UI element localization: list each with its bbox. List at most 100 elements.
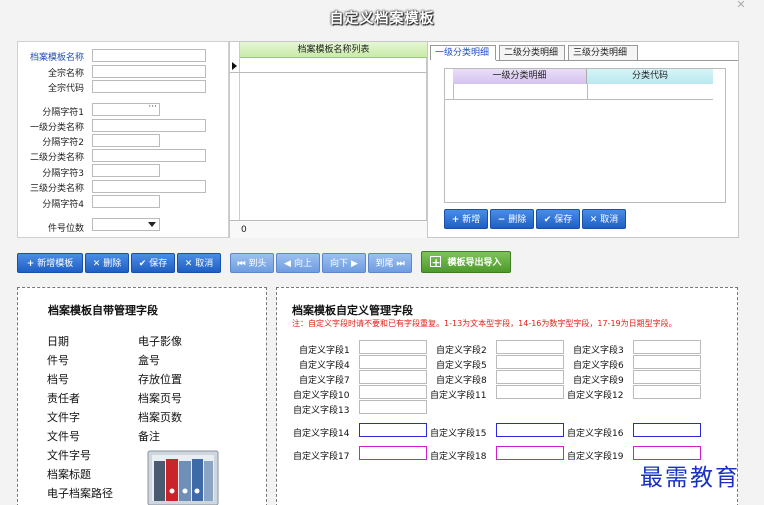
- custom-field-7-input[interactable]: [359, 370, 427, 384]
- custom-fields-title: 档案模板自定义管理字段: [292, 304, 413, 317]
- builtin-field: 日期: [47, 335, 69, 348]
- custom-field-label: 自定义字段8: [436, 376, 487, 386]
- builtin-field: 盒号: [138, 354, 160, 367]
- right-arrow-icon: ▶: [351, 259, 358, 269]
- custom-field-2-input[interactable]: [496, 340, 564, 354]
- sep2-input[interactable]: [92, 134, 160, 147]
- custom-field-label: 自定义字段13: [293, 406, 350, 416]
- custom-field-17-input[interactable]: [359, 446, 427, 460]
- template-list-grid[interactable]: 档案模板名称列表 0: [229, 41, 427, 238]
- level1-name-input[interactable]: [92, 119, 206, 132]
- item-digits-select[interactable]: [92, 218, 160, 231]
- builtin-field: 文件字: [47, 411, 80, 424]
- builtin-field: 责任者: [47, 392, 80, 405]
- custom-field-label: 自定义字段16: [567, 429, 624, 439]
- builtin-field: 档号: [47, 373, 69, 386]
- template-form: 档案模板名称 全宗名称 全宗代码 分隔字符1 ··· 一级分类名称 分隔字符2 …: [17, 41, 229, 238]
- fonds-code-input[interactable]: [92, 80, 206, 93]
- custom-field-8-input[interactable]: [496, 370, 564, 384]
- fonds-name-input[interactable]: [92, 65, 206, 78]
- custom-field-1-input[interactable]: [359, 340, 427, 354]
- custom-field-label: 自定义字段12: [567, 391, 624, 401]
- custom-field-11-input[interactable]: [496, 385, 564, 399]
- builtin-field: 电子影像: [138, 335, 182, 348]
- active-tab-gap: [430, 60, 496, 61]
- watermark-text: 最需教育: [640, 465, 740, 491]
- row-header-divider: [453, 84, 454, 100]
- first-icon: ⏮: [237, 259, 246, 269]
- custom-field-5-input[interactable]: [496, 355, 564, 369]
- first-record-button[interactable]: ⏮ 到头: [230, 253, 274, 273]
- tab-level3-detail[interactable]: 三级分类明细: [568, 45, 638, 60]
- table-row[interactable]: [230, 58, 427, 73]
- builtin-field: 电子档案路径: [47, 487, 113, 500]
- fonds-code-label: 全宗代码: [47, 84, 84, 94]
- custom-field-label: 自定义字段11: [430, 391, 487, 401]
- builtin-field: 存放位置: [138, 373, 182, 386]
- template-import-export-button[interactable]: 模板导出导入: [421, 251, 511, 274]
- custom-field-label: 自定义字段3: [573, 346, 624, 356]
- add-template-button[interactable]: + 新增模板: [17, 253, 83, 273]
- template-name-input[interactable]: [92, 49, 206, 62]
- custom-field-12-input[interactable]: [633, 385, 701, 399]
- save-template-button[interactable]: ✔ 保存: [131, 253, 175, 273]
- custom-field-10-input[interactable]: [359, 385, 427, 399]
- sep1-browse-button[interactable]: ···: [148, 102, 157, 112]
- level1-name-label: 一级分类名称: [29, 123, 84, 133]
- previous-record-button[interactable]: ◀ 向上: [276, 253, 320, 273]
- level2-name-input[interactable]: [92, 149, 206, 162]
- detail-delete-button[interactable]: − 删除: [490, 209, 534, 229]
- plus-icon: +: [451, 215, 460, 225]
- custom-field-6-input[interactable]: [633, 355, 701, 369]
- custom-field-15-input[interactable]: [496, 423, 564, 437]
- custom-field-label: 自定义字段7: [299, 376, 350, 386]
- custom-field-4-input[interactable]: [359, 355, 427, 369]
- custom-field-9-input[interactable]: [633, 370, 701, 384]
- custom-field-label: 自定义字段1: [299, 346, 350, 356]
- tab-level1-detail[interactable]: 一级分类明细: [430, 45, 496, 60]
- level3-name-label: 三级分类名称: [29, 184, 84, 194]
- classification-tabs: 一级分类明细 二级分类明细 三级分类明细 一级分类明细 分类代码 + 新增 − 删除…: [427, 41, 739, 238]
- delete-template-button[interactable]: ✕ 删除: [85, 253, 129, 273]
- add-box-icon: [430, 252, 442, 274]
- binders-image: [147, 450, 219, 505]
- builtin-field: 件号: [47, 354, 69, 367]
- close-icon[interactable]: ✕: [734, 0, 748, 12]
- custom-fields-note: 注：自定义字段时请不要和已有字段重复。1-13为文本型字段，14-16为数字型字…: [292, 319, 677, 328]
- record-count: 0: [241, 225, 247, 235]
- sep3-input[interactable]: [92, 164, 160, 177]
- level3-name-input[interactable]: [92, 180, 206, 193]
- sep3-label: 分隔字符3: [42, 169, 84, 179]
- sep4-input[interactable]: [92, 195, 160, 208]
- custom-field-16-input[interactable]: [633, 423, 701, 437]
- row-pointer-icon: [232, 62, 237, 70]
- sep1-input[interactable]: ···: [92, 102, 160, 116]
- template-list-footer: 0: [230, 220, 427, 238]
- column-divider: [587, 84, 588, 100]
- custom-field-label: 自定义字段5: [436, 361, 487, 371]
- sep1-label: 分隔字符1: [42, 108, 84, 118]
- window-title: 自定义档案模板: [329, 11, 435, 27]
- level1-detail-grid[interactable]: 一级分类明细 分类代码: [444, 68, 726, 203]
- tab-level2-detail[interactable]: 二级分类明细: [499, 45, 565, 60]
- table-row[interactable]: [445, 84, 713, 100]
- next-record-button[interactable]: 向下 ▶: [322, 253, 366, 273]
- builtin-fields-title: 档案模板自带管理字段: [48, 304, 158, 317]
- detail-cancel-button[interactable]: ✕ 取消: [582, 209, 626, 229]
- custom-field-18-input[interactable]: [496, 446, 564, 460]
- last-record-button[interactable]: 到尾 ⏭: [368, 253, 412, 273]
- check-icon: ✔: [138, 259, 147, 269]
- custom-field-label: 自定义字段17: [293, 452, 350, 462]
- level2-name-label: 二级分类名称: [29, 153, 84, 163]
- detail-add-button[interactable]: + 新增: [444, 209, 488, 229]
- template-list-header: 档案模板名称列表: [240, 42, 427, 58]
- custom-field-14-input[interactable]: [359, 423, 427, 437]
- detail-save-button[interactable]: ✔ 保存: [536, 209, 580, 229]
- cancel-template-button[interactable]: ✕ 取消: [177, 253, 221, 273]
- x-icon: ✕: [184, 259, 193, 269]
- custom-field-label: 自定义字段2: [436, 346, 487, 356]
- custom-field-13-input[interactable]: [359, 400, 427, 414]
- template-name-label: 档案模板名称: [29, 53, 84, 63]
- custom-field-label: 自定义字段9: [573, 376, 624, 386]
- custom-field-3-input[interactable]: [633, 340, 701, 354]
